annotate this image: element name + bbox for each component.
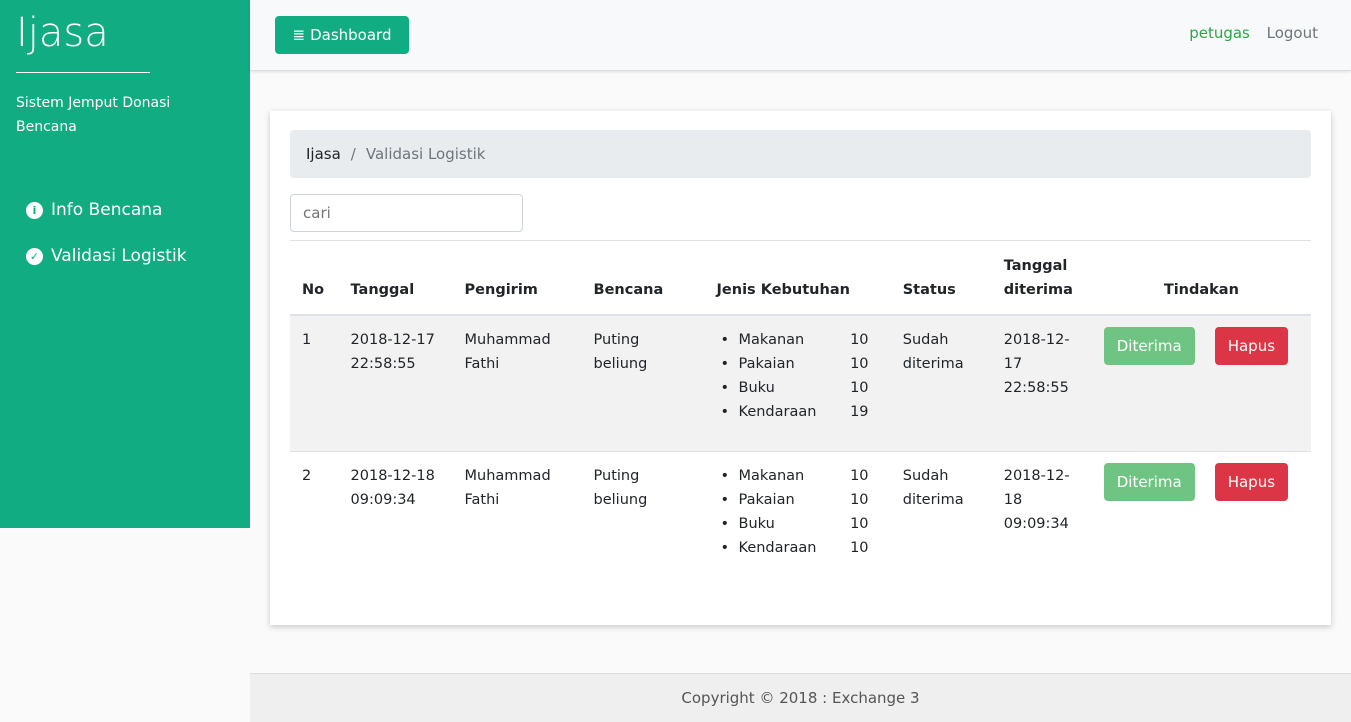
search-input[interactable] bbox=[290, 194, 523, 232]
col-bencana: Bencana bbox=[581, 240, 687, 316]
col-pengirim: Pengirim bbox=[452, 240, 582, 316]
cell-bencana: Puting beliung bbox=[581, 451, 687, 589]
need-qty: 19 bbox=[850, 403, 869, 420]
sidebar-item-label: Info Bencana bbox=[51, 200, 163, 220]
need-qty: 10 bbox=[850, 492, 869, 508]
dashboard-button[interactable]: ≣ Dashboard bbox=[275, 16, 409, 54]
col-tindakan: Tindakan bbox=[1091, 240, 1311, 316]
cell-no: 1 bbox=[290, 314, 339, 452]
cell-diterima: 2018-12-17 22:58:55 bbox=[991, 314, 1092, 452]
info-circle-icon: i bbox=[26, 201, 43, 219]
cell-pengirim: Muhammad Fathi bbox=[452, 314, 582, 452]
col-tanggal: Tanggal bbox=[338, 240, 453, 316]
need-item: Buku 10 bbox=[739, 512, 869, 536]
need-item: Buku 10 bbox=[739, 376, 869, 400]
col-no: No bbox=[290, 240, 339, 316]
col-diterima: Tanggal diterima bbox=[991, 240, 1092, 316]
need-item: Pakaian 10 bbox=[739, 352, 869, 376]
footer: Copyright © 2018 : Exchange 3 bbox=[250, 673, 1351, 722]
breadcrumb-home[interactable]: Ijasa bbox=[306, 145, 341, 163]
need-qty: 10 bbox=[850, 516, 869, 532]
tagline: Sistem Jemput Donasi Bencana bbox=[16, 95, 171, 135]
accept-button[interactable]: Diterima bbox=[1103, 463, 1195, 501]
need-item: Pakaian 10 bbox=[739, 488, 869, 512]
table-row: 2 2018-12-18 09:09:34 Muhammad Fathi Put… bbox=[290, 451, 1311, 589]
cell-diterima: 2018-12-18 09:09:34 bbox=[991, 451, 1092, 589]
delete-button[interactable]: Hapus bbox=[1214, 463, 1289, 501]
need-qty: 10 bbox=[850, 540, 869, 556]
logistics-table: No Tanggal Pengirim Bencana Jenis Kebutu… bbox=[290, 240, 1311, 589]
content-card: Ijasa / Validasi Logistik No Tanggal Pen… bbox=[270, 111, 1331, 625]
logout-link[interactable]: Logout bbox=[1267, 24, 1318, 42]
delete-button[interactable]: Hapus bbox=[1214, 326, 1289, 365]
cell-tanggal: 2018-12-18 09:09:34 bbox=[338, 451, 453, 589]
cell-jenis: Makanan 10 Pakaian 10 Buku 10 Kendaraan 10 bbox=[686, 451, 891, 589]
need-qty: 10 bbox=[850, 331, 869, 348]
cell-actions: Diterima Hapus bbox=[1091, 451, 1311, 589]
sidebar: Ijasa Sistem Jemput Donasi Bencana i Info… bbox=[0, 0, 250, 528]
dashboard-label: Dashboard bbox=[310, 26, 392, 44]
cell-actions: Diterima Hapus bbox=[1091, 314, 1311, 452]
breadcrumb-separator: / bbox=[350, 145, 356, 163]
need-name: Pakaian bbox=[738, 492, 795, 508]
need-qty: 10 bbox=[850, 468, 869, 484]
table-row: 1 2018-12-17 22:58:55 Muhammad Fathi Put… bbox=[290, 314, 1311, 452]
need-name: Kendaraan bbox=[738, 403, 817, 420]
need-qty: 10 bbox=[850, 355, 869, 372]
need-item: Makanan 10 bbox=[739, 464, 869, 488]
need-name: Pakaian bbox=[738, 355, 795, 372]
need-item: Kendaraan 10 bbox=[739, 536, 869, 560]
sidebar-item-validasi-logistik[interactable]: ✓ Validasi Logistik bbox=[16, 233, 234, 279]
cell-bencana: Puting beliung bbox=[581, 314, 687, 452]
cell-jenis: Makanan 10 Pakaian 10 Buku 10 Kendaraan 19 bbox=[686, 314, 891, 452]
divider bbox=[16, 72, 150, 73]
sidebar-item-label: Validasi Logistik bbox=[51, 246, 187, 266]
cell-status: Sudah diterima bbox=[890, 314, 992, 452]
cell-no: 2 bbox=[290, 451, 339, 589]
user-link[interactable]: petugas bbox=[1189, 24, 1250, 42]
need-item: Kendaraan 19 bbox=[739, 400, 869, 424]
check-circle-icon: ✓ bbox=[26, 247, 43, 265]
breadcrumb-current: Validasi Logistik bbox=[365, 145, 486, 163]
cell-pengirim: Muhammad Fathi bbox=[452, 451, 582, 589]
need-item: Makanan 10 bbox=[739, 328, 869, 352]
need-name: Makanan bbox=[738, 331, 805, 348]
need-name: Buku bbox=[738, 516, 775, 532]
brand: Ijasa bbox=[16, 10, 109, 56]
cell-status: Sudah diterima bbox=[890, 451, 992, 589]
col-status: Status bbox=[890, 240, 992, 316]
cell-tanggal: 2018-12-17 22:58:55 bbox=[338, 314, 453, 452]
sidebar-item-info-bencana[interactable]: i Info Bencana bbox=[16, 187, 234, 233]
need-name: Kendaraan bbox=[738, 540, 817, 556]
accept-button[interactable]: Diterima bbox=[1103, 326, 1195, 365]
need-name: Buku bbox=[738, 379, 775, 396]
need-name: Makanan bbox=[738, 468, 805, 484]
menu-icon: ≣ bbox=[292, 26, 306, 44]
need-qty: 10 bbox=[850, 379, 869, 396]
col-jenis: Jenis Kebutuhan bbox=[686, 240, 891, 316]
topbar: ≣ Dashboard petugas Logout bbox=[250, 0, 1351, 71]
breadcrumb: Ijasa / Validasi Logistik bbox=[290, 130, 1311, 178]
